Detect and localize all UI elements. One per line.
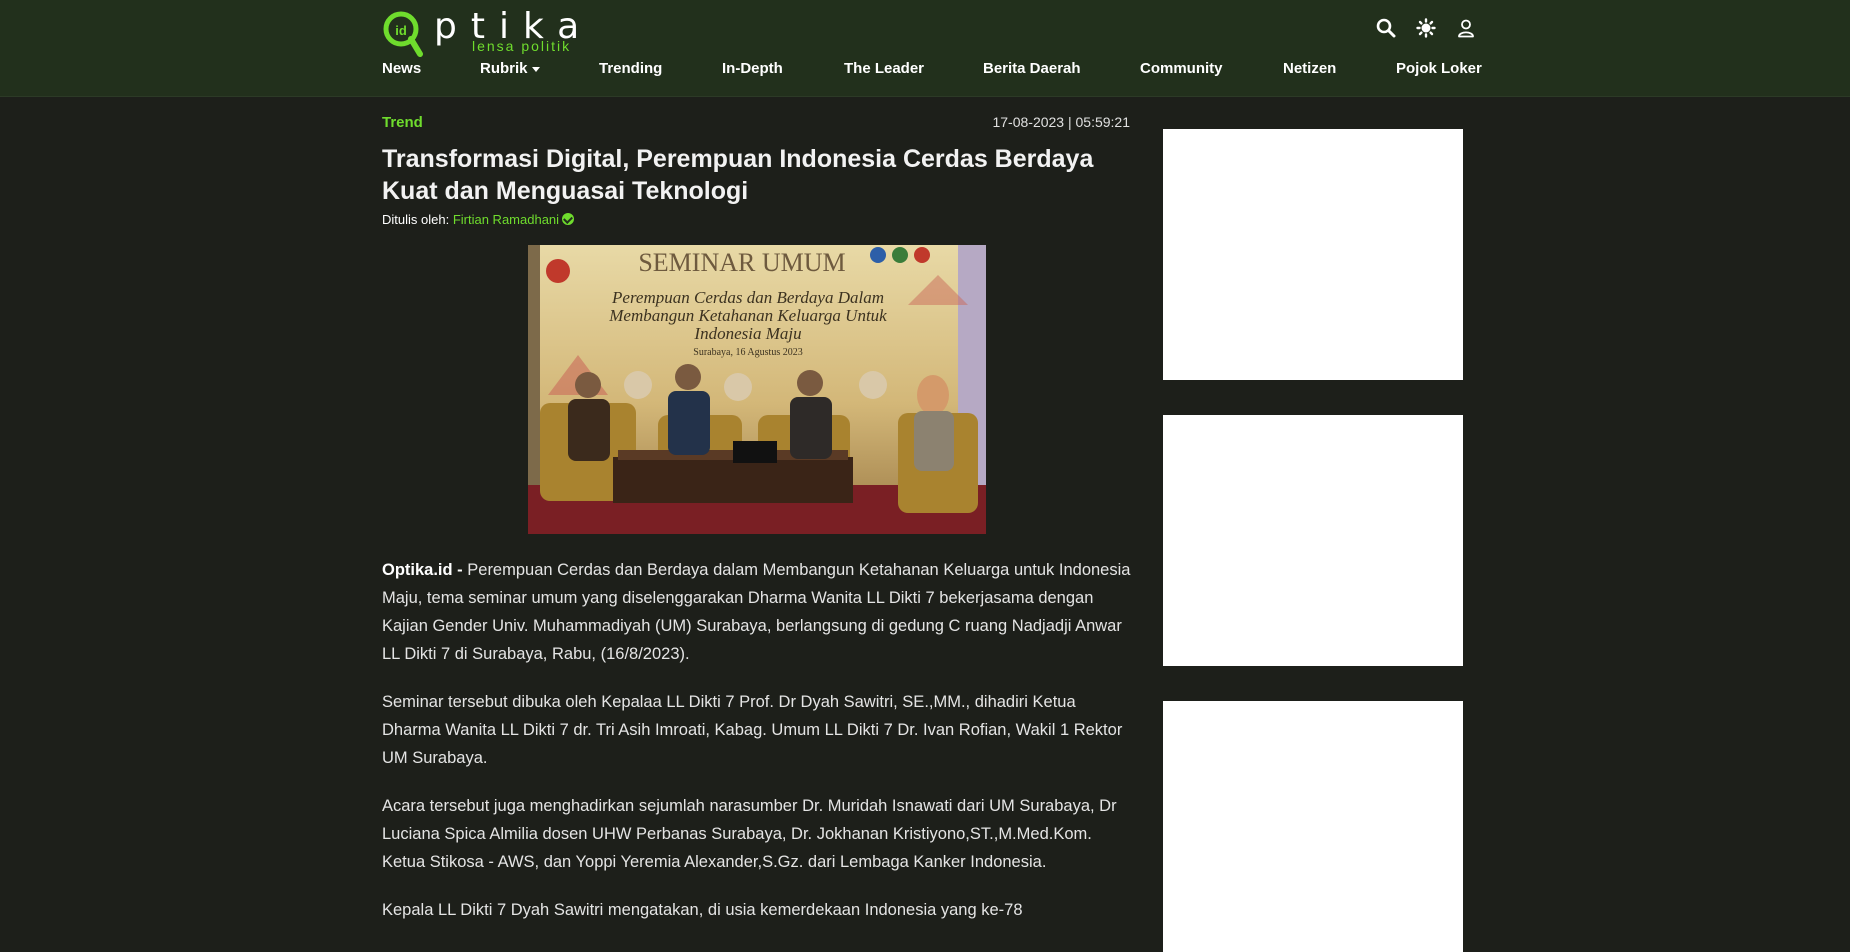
logo-tagline: lensa politik xyxy=(472,38,572,54)
nav-item-news[interactable]: News xyxy=(382,60,421,77)
author-link[interactable]: Firtian Ramadhani xyxy=(453,212,559,227)
ad-slot[interactable] xyxy=(1163,129,1463,380)
image-place-date: Surabaya, 16 Agustus 2023 xyxy=(693,347,802,358)
nav-item-rubrik[interactable]: Rubrik xyxy=(480,60,540,77)
article-byline: Ditulis oleh: Firtian Ramadhani xyxy=(382,212,575,227)
ad-slot[interactable] xyxy=(1163,415,1463,666)
nav-item-trending[interactable]: Trending xyxy=(599,60,662,77)
site-logo[interactable]: id ptika lensa politik xyxy=(382,6,602,58)
search-icon[interactable] xyxy=(1376,18,1398,40)
nav-item-the-leader[interactable]: The Leader xyxy=(844,60,924,77)
article-featured-image: SEMINAR UMUM Perempuan Cerdas dan Berday… xyxy=(528,245,986,534)
user-icon[interactable] xyxy=(1456,18,1478,40)
logo-magnifier-icon: id xyxy=(383,11,423,57)
verified-check-icon xyxy=(562,213,575,225)
article-datetime: 17-08-2023 | 05:59:21 xyxy=(992,114,1130,130)
nav-item-pojok-loker[interactable]: Pojok Loker xyxy=(1396,60,1482,77)
article-paragraph: Seminar tersebut dibuka oleh Kepalaa LL … xyxy=(382,693,1123,767)
byline-label: Ditulis oleh: xyxy=(382,212,450,227)
nav-item-in-depth[interactable]: In-Depth xyxy=(722,60,783,77)
nav-item-netizen[interactable]: Netizen xyxy=(1283,60,1336,77)
article-lead-source: Optika.id - xyxy=(382,561,463,579)
article-body: Optika.id - Perempuan Cerdas dan Berdaya… xyxy=(382,556,1132,944)
image-heading: SEMINAR UMUM xyxy=(638,248,845,277)
site-header: id ptika lensa politik News Rubrik Trend… xyxy=(0,0,1850,97)
ad-slot[interactable] xyxy=(1163,701,1463,952)
article-paragraph: Kepala LL Dikti 7 Dyah Sawitri mengataka… xyxy=(382,901,1023,919)
nav-item-rubrik-label: Rubrik xyxy=(480,60,528,77)
article-category-link[interactable]: Trend xyxy=(382,114,423,131)
theme-toggle-icon[interactable] xyxy=(1416,18,1438,40)
article-paragraph: Optika.id - Perempuan Cerdas dan Berdaya… xyxy=(382,556,1132,668)
image-subtitle-2: Membangun Ketahanan Keluarga Untuk xyxy=(608,306,887,325)
article-title: Transformasi Digital, Perempuan Indonesi… xyxy=(382,145,1094,205)
nav-item-community[interactable]: Community xyxy=(1140,60,1223,77)
image-subtitle-3: Indonesia Maju xyxy=(693,324,801,343)
article-paragraph: Acara tersebut juga menghadirkan sejumla… xyxy=(382,797,1117,871)
image-subtitle-1: Perempuan Cerdas dan Berdaya Dalam xyxy=(611,288,884,307)
logo-mark: id xyxy=(395,23,407,38)
nav-item-berita-daerah[interactable]: Berita Daerah xyxy=(983,60,1081,77)
caret-down-icon xyxy=(531,66,540,72)
article-paragraph-text: Perempuan Cerdas dan Berdaya dalam Memba… xyxy=(382,561,1131,663)
main-nav: News Rubrik Trending In-Depth The Leader… xyxy=(382,60,1484,84)
